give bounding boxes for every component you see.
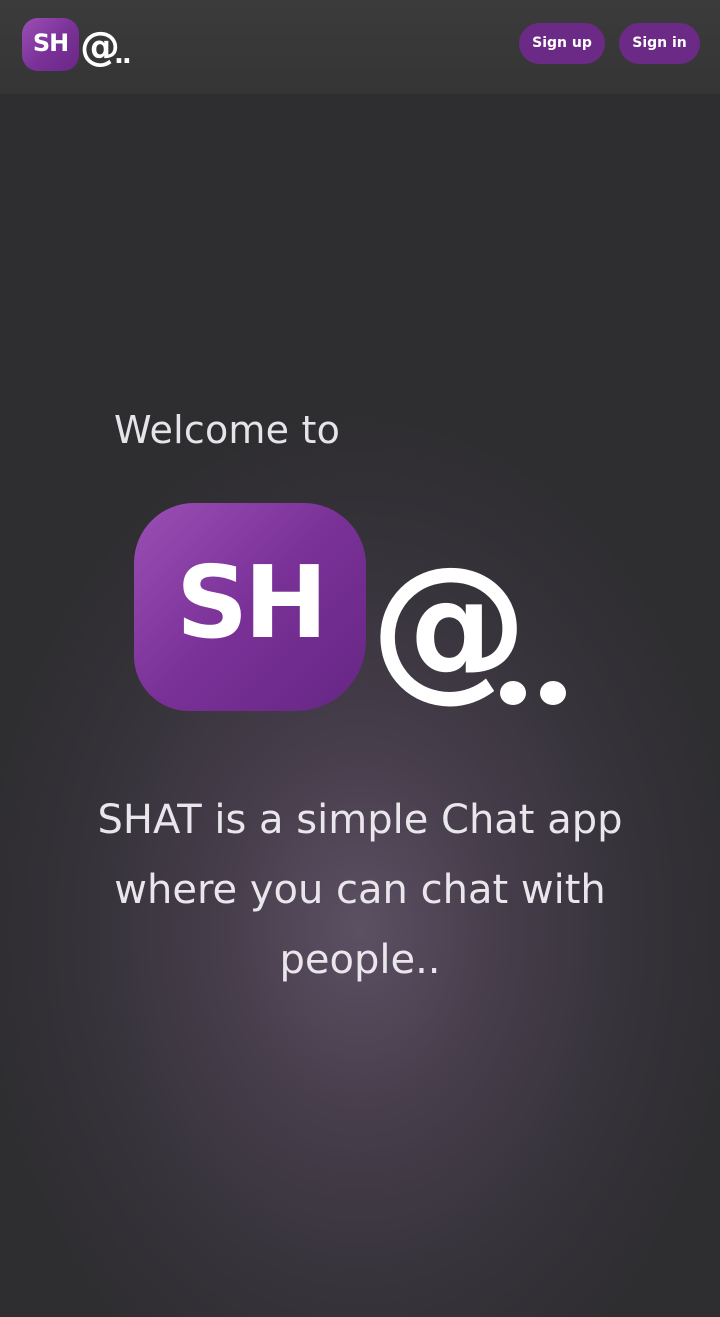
logo-dots: .. [114,40,132,70]
hero-logo-dot [540,681,566,705]
sign-in-button[interactable]: Sign in [619,23,700,64]
sign-up-button[interactable]: Sign up [519,23,605,64]
logo-tile-text: SH [32,29,69,57]
hero-logo: SH @ [134,503,594,718]
hero-logo-tile-text: SH [176,544,328,661]
hero-logo-dot [500,681,526,705]
welcome-heading: Welcome to [114,408,341,452]
top-navbar: SH @ .. Sign up Sign in [0,0,720,94]
app-description: SHAT is a simple Chat app where you can … [97,797,623,983]
brand-logo[interactable]: SH @ .. [22,18,142,74]
logo-tile: SH [22,18,79,71]
